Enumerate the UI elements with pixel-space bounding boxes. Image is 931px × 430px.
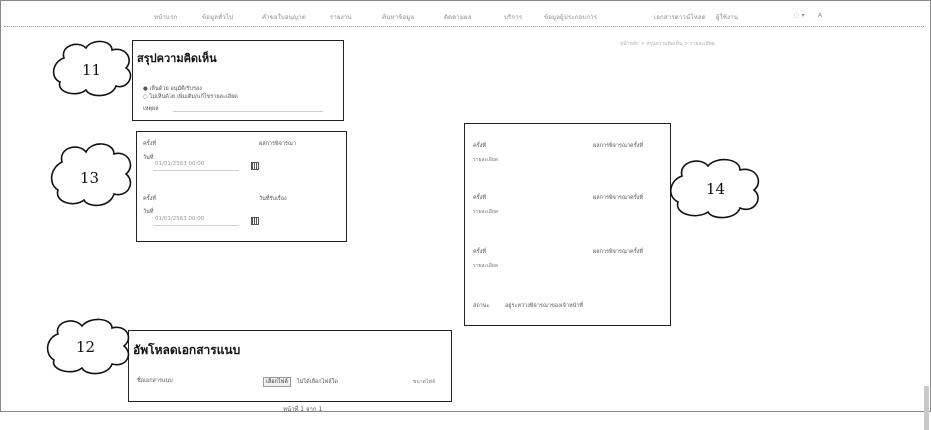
- notification-icon[interactable]: ◌ ▾: [794, 12, 805, 19]
- disagree-option[interactable]: ○ ไม่เห็นด้วย เพิ่มเติม/แก้ไขรายละเอียด: [143, 93, 238, 101]
- callout-cloud-13: 13: [50, 143, 132, 207]
- nav-item[interactable]: เอกสารดาวน์โหลด: [654, 12, 706, 22]
- round-result-label: ผลการพิจารณาครั้งที่: [593, 249, 643, 255]
- row2-date-label: วันที่: [143, 209, 154, 215]
- summary-title: สรุปความคิดเห็น: [137, 52, 217, 65]
- round-detail-text: รายละเอียด: [473, 209, 499, 215]
- row2-right-label: วันที่รับเรื่อง: [259, 196, 287, 202]
- vertical-scrollbar[interactable]: [924, 26, 929, 430]
- dates-panel: ครั้งที่ ผลการพิจารณา วันที่ 01/01/2563 …: [136, 131, 347, 242]
- round-detail-text: รายละเอียด: [473, 157, 499, 163]
- round-label: ครั้งที่: [473, 249, 486, 255]
- status-value: อยู่ระหว่างพิจารณาของเจ้าหน้าที่: [505, 303, 584, 309]
- attachment-name-label: ชื่อเอกสารแนบ: [137, 378, 173, 384]
- nav-item[interactable]: ค้นหาข้อมูล: [382, 12, 414, 22]
- round-detail-text: รายละเอียด: [473, 263, 499, 269]
- nav-item[interactable]: ติดตามผล: [444, 12, 472, 22]
- upload-panel: อัพโหลดเอกสารแนบ ชื่อเอกสารแนบ เลือกไฟล์…: [128, 330, 452, 402]
- callout-cloud-11: 11: [52, 40, 132, 97]
- nav-item[interactable]: ข้อมูลผู้ประกอบการ: [544, 12, 597, 22]
- nav-item[interactable]: รายงาน: [330, 12, 352, 22]
- nav-item[interactable]: คำขอใบอนุญาต: [262, 12, 306, 22]
- callout-cloud-12: 12: [46, 318, 130, 375]
- calendar-icon[interactable]: [251, 162, 259, 170]
- row1-date-underline: [153, 163, 239, 171]
- round-result-label: ผลการพิจารณาครั้งที่: [593, 195, 643, 201]
- nav-item[interactable]: ผู้ใช้งาน: [716, 12, 738, 22]
- rounds-panel: ครั้งที่ ผลการพิจารณาครั้งที่ รายละเอียด คร…: [464, 123, 671, 326]
- top-navigation-bar: หน้าแรก ข้อมูลทั่วไป คำขอใบอนุญาต รายงาน ค้น…: [4, 6, 924, 27]
- round-label: ครั้งที่: [473, 195, 486, 201]
- callout-number-14: 14: [706, 180, 725, 198]
- choose-file-button[interactable]: เลือกไฟล์: [263, 377, 291, 387]
- row2-label: ครั้งที่: [143, 196, 156, 202]
- scrollbar-thumb[interactable]: [924, 386, 929, 430]
- row1-right-label: ผลการพิจารณา: [259, 141, 297, 147]
- reason-label: เหตุผล: [143, 106, 159, 112]
- callout-cloud-14: 14: [670, 158, 760, 219]
- status-label: สถานะ: [473, 303, 490, 309]
- breadcrumb: หน้าหลัก > สรุปความคิดเห็น > รายละเอียด: [620, 41, 715, 47]
- nav-item[interactable]: หน้าแรก: [154, 12, 177, 22]
- round-label: ครั้งที่: [473, 143, 486, 149]
- calendar-icon[interactable]: [251, 217, 259, 225]
- callout-number-12: 12: [76, 338, 95, 356]
- nav-item[interactable]: บริการ: [504, 12, 522, 22]
- page-indicator: หน้าที่ 1 จาก 1: [283, 406, 323, 413]
- upload-title: อัพโหลดเอกสารแนบ: [133, 343, 241, 357]
- round-result-label: ผลการพิจารณาครั้งที่: [593, 143, 643, 149]
- callout-number-13: 13: [80, 169, 99, 187]
- reason-input[interactable]: [173, 104, 323, 112]
- callout-number-11: 11: [82, 61, 101, 79]
- no-file-chosen-text: ไม่ได้เลือกไฟล์ใด: [297, 379, 338, 385]
- nav-item[interactable]: ข้อมูลทั่วไป: [202, 12, 233, 22]
- agree-option[interactable]: ● เห็นด้วย อนุมัติ/รับรอง: [143, 85, 202, 93]
- summary-panel: สรุปความคิดเห็น ● เห็นด้วย อนุมัติ/รับรอ…: [132, 40, 344, 121]
- row2-date-underline: [153, 218, 239, 226]
- user-menu[interactable]: A: [818, 12, 822, 19]
- row1-date-label: วันที่: [143, 155, 154, 161]
- row1-label: ครั้งที่: [143, 141, 156, 147]
- file-size-label: ขนาดไฟล์: [413, 379, 436, 385]
